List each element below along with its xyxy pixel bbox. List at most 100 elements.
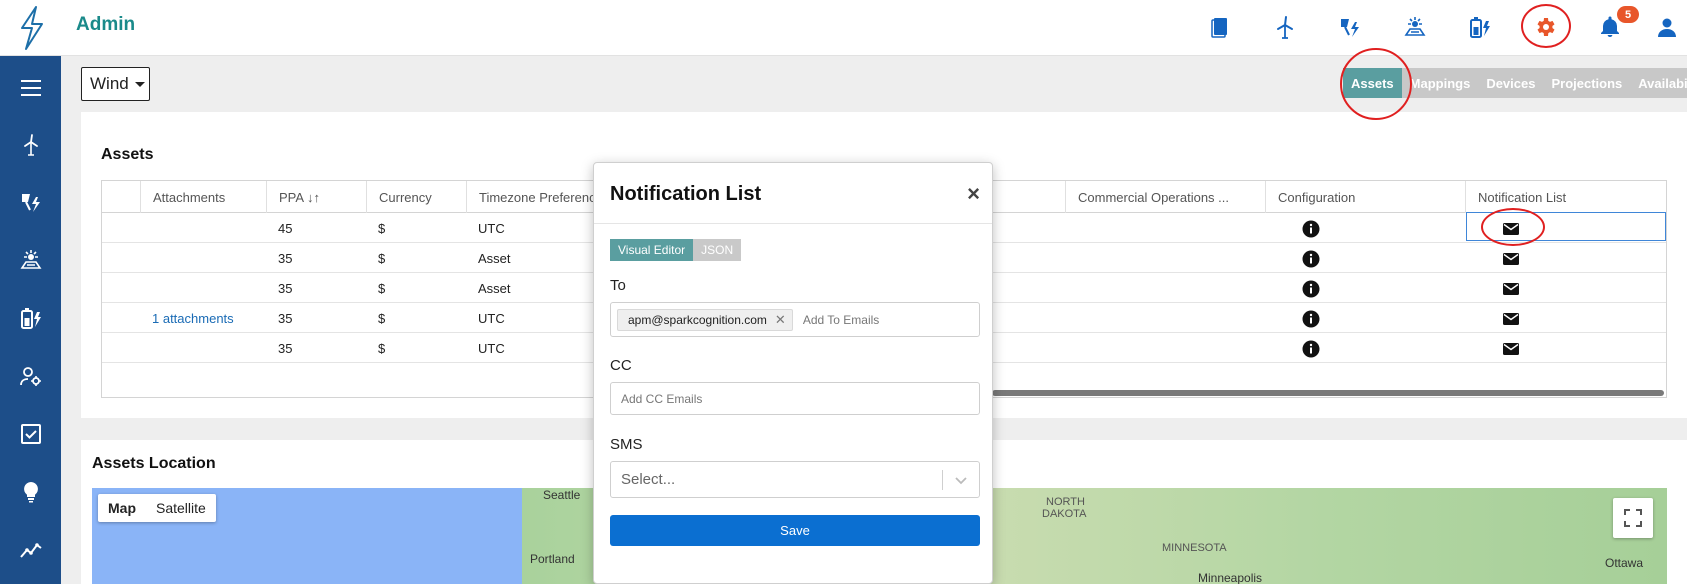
map-type-control: Map Satellite (98, 494, 216, 522)
tab-availability[interactable]: Availability (1630, 68, 1687, 98)
column-header-currency[interactable]: Currency (366, 181, 466, 213)
sidebar-menu-icon[interactable] (0, 66, 61, 110)
ppa-cell: 35 (278, 340, 293, 356)
modal-divider (594, 223, 992, 224)
sidebar-analytics-icon[interactable] (0, 528, 61, 572)
timezone-cell: Asset (478, 280, 511, 296)
wind-turbine-icon[interactable] (1268, 10, 1302, 44)
currency-cell: $ (378, 310, 386, 326)
map-label-seattle: Seattle (543, 488, 581, 502)
notification-mail-icon[interactable] (1502, 280, 1520, 298)
notification-list-modal: Notification List × Visual Editor JSON T… (593, 162, 993, 584)
column-header-notification-list[interactable]: Notification List (1465, 181, 1666, 213)
notification-mail-icon[interactable] (1502, 340, 1520, 358)
map-type-map-button[interactable]: Map (98, 494, 146, 522)
attachments-cell[interactable] (140, 273, 152, 303)
sms-select-placeholder: Select... (621, 471, 676, 488)
ppa-cell: 45 (278, 220, 293, 236)
email-chip: apm@sparkcognition.com ✕ (617, 308, 793, 331)
assets-title: Assets (101, 146, 154, 163)
chevron-down-icon (134, 81, 145, 87)
sidebar-checklist-icon[interactable] (0, 412, 61, 456)
sidebar-power-transfer-icon[interactable] (0, 180, 61, 224)
user-profile-icon[interactable] (1650, 10, 1684, 44)
sidebar-user-settings-icon[interactable] (0, 354, 61, 398)
json-editor-button[interactable]: JSON (693, 239, 742, 261)
timezone-cell: UTC (478, 340, 505, 356)
column-header-commercial-operations[interactable]: Commercial Operations ... (1065, 181, 1265, 213)
tab-mappings[interactable]: Mappings (1401, 68, 1479, 98)
sidebar-wind-turbine-icon[interactable] (0, 122, 61, 166)
configuration-info-icon[interactable] (1302, 340, 1320, 358)
save-button[interactable]: Save (610, 515, 980, 546)
remove-chip-icon[interactable]: ✕ (775, 312, 786, 328)
top-bar: Admin 5 (0, 0, 1687, 56)
visual-editor-button[interactable]: Visual Editor (610, 239, 694, 261)
settings-gear-icon[interactable] (1528, 10, 1562, 44)
table-horizontal-scrollbar[interactable] (992, 390, 1664, 396)
cc-label: CC (610, 357, 632, 374)
power-transfer-icon[interactable] (1333, 10, 1367, 44)
cc-emails-field[interactable]: Add CC Emails (610, 382, 980, 415)
column-header-attachments[interactable]: Attachments (140, 181, 266, 213)
notifications-bell-icon[interactable]: 5 (1593, 6, 1639, 44)
assets-location-title: Assets Location (92, 455, 216, 472)
currency-cell: $ (378, 220, 386, 236)
map-label-minneapolis: Minneapolis (1198, 571, 1263, 584)
chevron-down-icon[interactable] (943, 475, 979, 485)
currency-cell: $ (378, 250, 386, 266)
map-fullscreen-button[interactable] (1613, 498, 1653, 538)
cc-emails-placeholder: Add CC Emails (621, 391, 703, 406)
map-label-north: NORTH (1046, 496, 1085, 508)
asset-type-dropdown[interactable]: Wind (81, 67, 150, 101)
column-header-ppa[interactable]: PPA ↓↑ (266, 181, 366, 213)
configuration-info-icon[interactable] (1302, 250, 1320, 268)
attachments-cell[interactable] (140, 243, 152, 273)
table-header-selector (102, 181, 140, 213)
notification-mail-icon[interactable] (1502, 310, 1520, 328)
modal-title: Notification List (610, 183, 762, 205)
configuration-info-icon[interactable] (1302, 310, 1320, 328)
attachments-cell[interactable] (140, 333, 152, 363)
admin-tabs: Assets Mappings Devices Projections Avai… (1343, 68, 1687, 98)
notification-mail-icon[interactable] (1502, 250, 1520, 268)
timezone-cell: UTC (478, 220, 505, 236)
documents-icon[interactable] (1203, 10, 1237, 44)
sms-select[interactable]: Select... (610, 461, 980, 498)
configuration-info-icon[interactable] (1302, 220, 1320, 238)
map-label-portland: Portland (530, 552, 575, 566)
sidebar (0, 56, 61, 584)
sidebar-battery-icon[interactable] (0, 296, 61, 340)
to-emails-field[interactable]: apm@sparkcognition.com ✕ Add To Emails (610, 302, 980, 337)
ppa-cell: 35 (278, 250, 293, 266)
sms-label: SMS (610, 436, 643, 453)
brand-logo-icon[interactable] (10, 4, 54, 52)
tab-assets[interactable]: Assets (1343, 68, 1402, 98)
tab-projections[interactable]: Projections (1543, 68, 1631, 98)
to-label: To (610, 277, 626, 294)
currency-cell: $ (378, 340, 386, 356)
attachments-cell[interactable]: 1 attachments (140, 303, 234, 333)
ppa-cell: 35 (278, 310, 293, 326)
map-label-dakota: DAKOTA (1042, 508, 1087, 520)
map-label-minnesota: MINNESOTA (1162, 542, 1227, 554)
editor-mode-toggle: Visual Editor JSON (610, 239, 742, 261)
tab-devices[interactable]: Devices (1478, 68, 1544, 98)
map-type-satellite-button[interactable]: Satellite (146, 494, 216, 522)
asset-type-value: Wind (90, 74, 129, 93)
to-emails-placeholder: Add To Emails (802, 312, 880, 327)
currency-cell: $ (378, 280, 386, 296)
notification-count-badge: 5 (1617, 6, 1639, 23)
app-title: Admin (76, 14, 136, 35)
email-chip-label: apm@sparkcognition.com (628, 312, 767, 327)
sidebar-lightbulb-icon[interactable] (0, 470, 61, 514)
solar-icon[interactable] (1398, 10, 1432, 44)
sidebar-solar-icon[interactable] (0, 238, 61, 282)
attachments-cell[interactable] (140, 213, 152, 243)
configuration-info-icon[interactable] (1302, 280, 1320, 298)
column-header-configuration[interactable]: Configuration (1265, 181, 1465, 213)
ppa-cell: 35 (278, 280, 293, 296)
battery-storage-icon[interactable] (1463, 10, 1497, 44)
fullscreen-icon (1624, 509, 1642, 527)
close-icon[interactable]: × (967, 183, 980, 205)
